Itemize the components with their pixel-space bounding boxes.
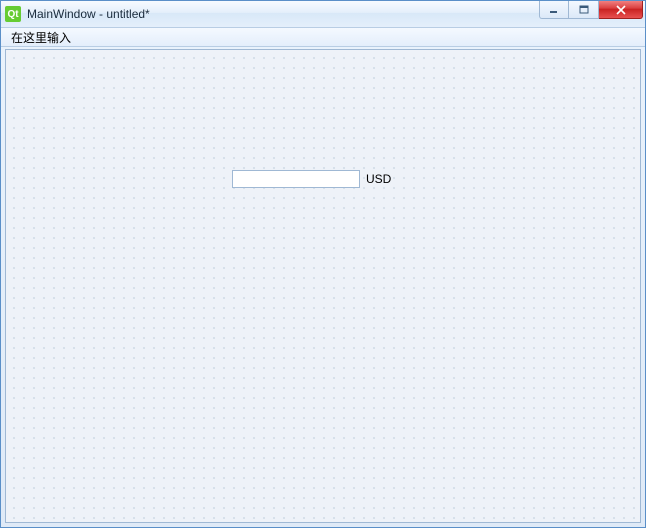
close-icon <box>615 5 627 15</box>
amount-input[interactable] <box>232 170 360 188</box>
main-window: Qt MainWindow - untitled* <box>0 0 646 528</box>
currency-label: USD <box>366 172 391 186</box>
designer-canvas[interactable]: USD <box>5 49 641 523</box>
menu-bar[interactable]: 在这里输入 <box>1 28 645 47</box>
qt-app-icon: Qt <box>5 6 21 22</box>
maximize-button[interactable] <box>569 1 599 19</box>
close-button[interactable] <box>599 1 643 19</box>
minimize-button[interactable] <box>539 1 569 19</box>
minimize-icon <box>549 6 559 14</box>
maximize-icon <box>579 5 589 15</box>
window-title: MainWindow - untitled* <box>27 7 150 21</box>
currency-row: USD <box>232 170 391 188</box>
title-bar[interactable]: Qt MainWindow - untitled* <box>1 1 645 28</box>
window-controls <box>539 1 643 19</box>
menu-type-here-placeholder[interactable]: 在这里输入 <box>11 29 71 46</box>
